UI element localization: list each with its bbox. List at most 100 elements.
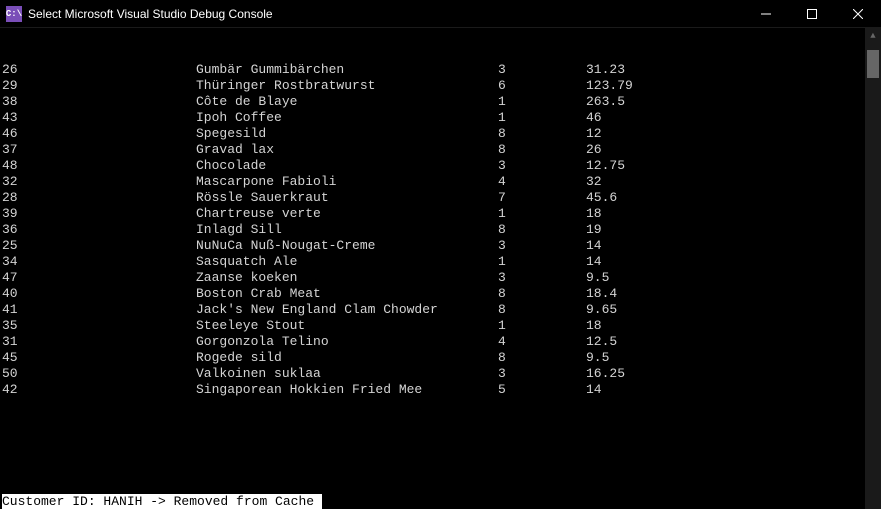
row-value: 9.5 <box>586 270 609 286</box>
row-value: 9.65 <box>586 302 617 318</box>
table-row: 40Boston Crab Meat818.4 <box>2 286 865 302</box>
minimize-button[interactable] <box>743 0 789 27</box>
row-name: Boston Crab Meat <box>196 286 498 302</box>
table-row: 46Spegesild812 <box>2 126 865 142</box>
table-row: 32Mascarpone Fabioli432 <box>2 174 865 190</box>
row-value: 18 <box>586 206 602 222</box>
table-row: 29Thüringer Rostbratwurst6123.79 <box>2 78 865 94</box>
row-id: 45 <box>2 350 196 366</box>
close-button[interactable] <box>835 0 881 27</box>
row-id: 26 <box>2 62 196 78</box>
row-qty: 4 <box>498 334 586 350</box>
console-output[interactable]: 26Gumbär Gummibärchen331.2329Thüringer R… <box>0 28 865 509</box>
window-controls <box>743 0 881 27</box>
row-id: 35 <box>2 318 196 334</box>
row-name: Valkoinen suklaa <box>196 366 498 382</box>
row-name: Inlagd Sill <box>196 222 498 238</box>
row-name: Rössle Sauerkraut <box>196 190 498 206</box>
row-name: Gorgonzola Telino <box>196 334 498 350</box>
row-name: Jack's New England Clam Chowder <box>196 302 498 318</box>
row-name: Sasquatch Ale <box>196 254 498 270</box>
row-id: 39 <box>2 206 196 222</box>
row-name: Steeleye Stout <box>196 318 498 334</box>
row-qty: 3 <box>498 62 586 78</box>
row-id: 37 <box>2 142 196 158</box>
table-row: 39Chartreuse verte118 <box>2 206 865 222</box>
row-qty: 1 <box>498 94 586 110</box>
row-id: 32 <box>2 174 196 190</box>
row-id: 47 <box>2 270 196 286</box>
table-row: 47Zaanse koeken39.5 <box>2 270 865 286</box>
table-row: 36Inlagd Sill819 <box>2 222 865 238</box>
row-qty: 3 <box>498 366 586 382</box>
table-row: 26Gumbär Gummibärchen331.23 <box>2 62 865 78</box>
row-qty: 8 <box>498 142 586 158</box>
table-row: 38Côte de Blaye1263.5 <box>2 94 865 110</box>
row-qty: 3 <box>498 158 586 174</box>
row-qty: 8 <box>498 350 586 366</box>
table-row: 25NuNuCa Nuß-Nougat-Creme314 <box>2 238 865 254</box>
row-id: 25 <box>2 238 196 254</box>
row-id: 38 <box>2 94 196 110</box>
row-id: 41 <box>2 302 196 318</box>
row-value: 18 <box>586 318 602 334</box>
row-id: 48 <box>2 158 196 174</box>
row-qty: 1 <box>498 110 586 126</box>
row-qty: 4 <box>498 174 586 190</box>
row-name: Thüringer Rostbratwurst <box>196 78 498 94</box>
content-area: 26Gumbär Gummibärchen331.2329Thüringer R… <box>0 28 881 509</box>
row-qty: 1 <box>498 318 586 334</box>
row-id: 40 <box>2 286 196 302</box>
row-qty: 5 <box>498 382 586 398</box>
row-id: 36 <box>2 222 196 238</box>
row-qty: 8 <box>498 126 586 142</box>
row-qty: 8 <box>498 222 586 238</box>
row-value: 12 <box>586 126 602 142</box>
row-qty: 3 <box>498 238 586 254</box>
row-value: 12.75 <box>586 158 625 174</box>
table-row: 37Gravad lax826 <box>2 142 865 158</box>
row-name: Zaanse koeken <box>196 270 498 286</box>
row-id: 50 <box>2 366 196 382</box>
row-name: Rogede sild <box>196 350 498 366</box>
row-value: 46 <box>586 110 602 126</box>
table-row: 45Rogede sild89.5 <box>2 350 865 366</box>
table-row: 28Rössle Sauerkraut745.6 <box>2 190 865 206</box>
row-value: 26 <box>586 142 602 158</box>
row-name: Gravad lax <box>196 142 498 158</box>
row-id: 29 <box>2 78 196 94</box>
row-name: Gumbär Gummibärchen <box>196 62 498 78</box>
row-qty: 3 <box>498 270 586 286</box>
table-row: 34Sasquatch Ale114 <box>2 254 865 270</box>
row-value: 45.6 <box>586 190 617 206</box>
titlebar: C:\ Select Microsoft Visual Studio Debug… <box>0 0 881 28</box>
row-id: 46 <box>2 126 196 142</box>
scroll-thumb[interactable] <box>867 50 879 78</box>
maximize-button[interactable] <box>789 0 835 27</box>
row-name: Spegesild <box>196 126 498 142</box>
row-value: 18.4 <box>586 286 617 302</box>
row-value: 32 <box>586 174 602 190</box>
row-qty: 7 <box>498 190 586 206</box>
row-name: Ipoh Coffee <box>196 110 498 126</box>
row-value: 9.5 <box>586 350 609 366</box>
table-row: 50Valkoinen suklaa316.25 <box>2 366 865 382</box>
vertical-scrollbar[interactable]: ▲ <box>865 28 881 509</box>
row-value: 14 <box>586 238 602 254</box>
table-row: 31Gorgonzola Telino412.5 <box>2 334 865 350</box>
row-value: 12.5 <box>586 334 617 350</box>
window-title: Select Microsoft Visual Studio Debug Con… <box>28 7 743 21</box>
scroll-up-arrow[interactable]: ▲ <box>865 28 881 44</box>
row-id: 31 <box>2 334 196 350</box>
row-name: Mascarpone Fabioli <box>196 174 498 190</box>
table-row: 41Jack's New England Clam Chowder89.65 <box>2 302 865 318</box>
row-name: Côte de Blaye <box>196 94 498 110</box>
row-id: 34 <box>2 254 196 270</box>
row-qty: 1 <box>498 206 586 222</box>
highlight-selection: Customer ID: HANIH -> Removed from Cache <box>2 494 322 509</box>
row-value: 263.5 <box>586 94 625 110</box>
table-row: 43Ipoh Coffee146 <box>2 110 865 126</box>
blank-line <box>2 430 865 462</box>
row-qty: 1 <box>498 254 586 270</box>
row-value: 123.79 <box>586 78 633 94</box>
